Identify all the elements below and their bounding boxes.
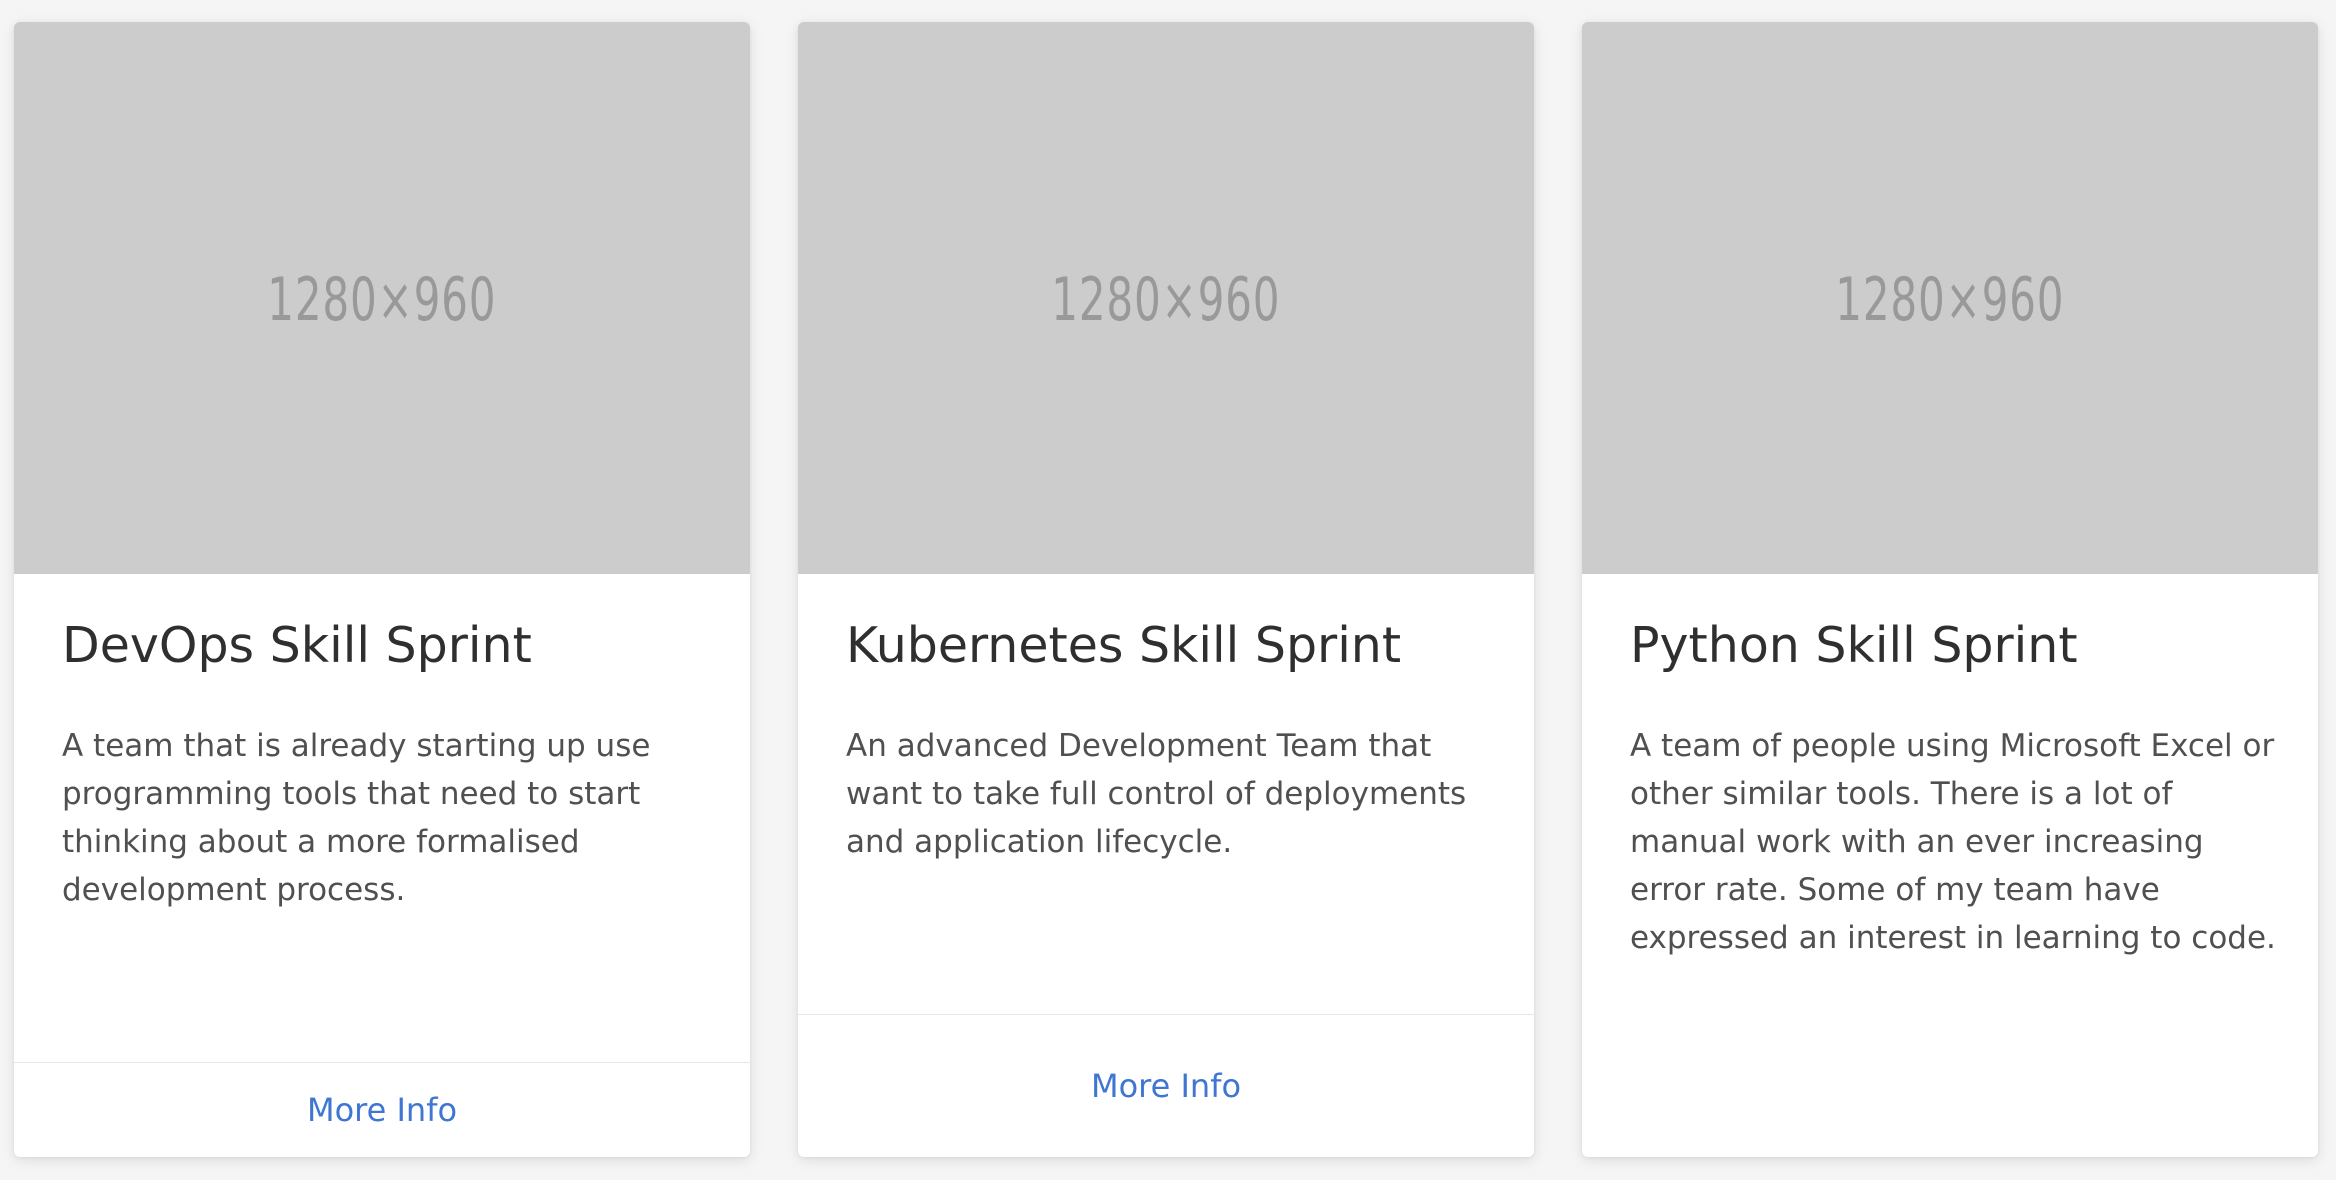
card-kubernetes: 1280×960 Kubernetes Skill Sprint An adva… <box>798 22 1534 1157</box>
card-description: A team that is already starting up use p… <box>62 728 651 908</box>
more-info-link[interactable]: More Info <box>307 1091 457 1129</box>
more-info-link[interactable]: More Info <box>1091 1067 1241 1105</box>
image-size-label: 1280×960 <box>1051 265 1281 335</box>
card-image-placeholder: 1280×960 <box>14 22 750 574</box>
card-footer: More Info <box>798 1014 1534 1157</box>
card-title: DevOps Skill Sprint <box>62 617 532 674</box>
card-python: 1280×960 Python Skill Sprint A team of p… <box>1582 22 2318 1157</box>
image-size-label: 1280×960 <box>1835 265 2065 335</box>
card-devops: 1280×960 DevOps Skill Sprint A team that… <box>14 22 750 1157</box>
card-title: Python Skill Sprint <box>1630 617 2078 674</box>
card-image-placeholder: 1280×960 <box>798 22 1534 574</box>
image-size-label: 1280×960 <box>267 265 497 335</box>
card-description: A team of people using Microsoft Excel o… <box>1630 728 2276 956</box>
card-description: An advanced Development Team that want t… <box>846 728 1467 860</box>
card-title: Kubernetes Skill Sprint <box>846 617 1402 674</box>
card-image-placeholder: 1280×960 <box>1582 22 2318 574</box>
card-footer: More Info <box>14 1062 750 1157</box>
